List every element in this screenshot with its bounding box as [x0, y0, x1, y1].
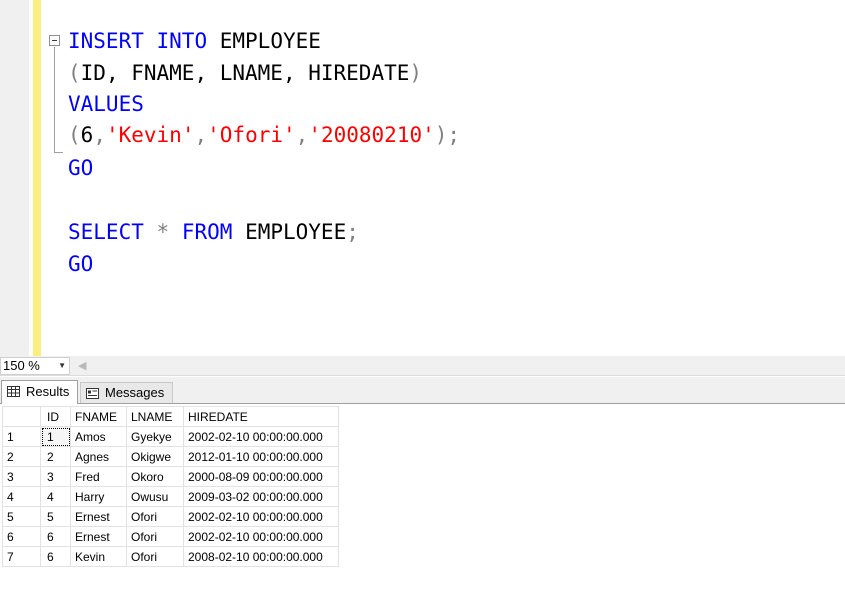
- change-tracking-bar: [33, 0, 41, 356]
- table-cell-hiredate[interactable]: 2002-02-10 00:00:00.000: [183, 506, 339, 527]
- header-cell-hiredate[interactable]: HIREDATE: [183, 406, 339, 427]
- table-row[interactable]: 7 6 Kevin Ofori 2008-02-10 00:00:00.000: [2, 546, 339, 567]
- results-table[interactable]: ID FNAME LNAME HIREDATE 1 1 Amos Gyekye …: [2, 406, 339, 567]
- table-cell-lname[interactable]: Owusu: [126, 486, 184, 507]
- number-literal: 6: [80, 123, 94, 147]
- table-row[interactable]: 3 3 Fred Okoro 2000-08-09 00:00:00.000: [2, 466, 339, 487]
- tab-results[interactable]: Results: [1, 380, 78, 404]
- zoom-dropdown[interactable]: 150 % ▼: [0, 357, 70, 375]
- table-cell-fname[interactable]: Agnes: [70, 446, 127, 467]
- table-cell-id[interactable]: 6: [40, 526, 71, 547]
- tab-messages-label: Messages: [105, 385, 165, 400]
- table-cell-fname[interactable]: Ernest: [70, 506, 127, 527]
- code-line-2[interactable]: (ID, FNAME, LNAME, HIREDATE): [68, 57, 422, 89]
- header-cell-rownum[interactable]: [2, 406, 41, 427]
- table-row[interactable]: 2 2 Agnes Okigwe 2012-01-10 00:00:00.000: [2, 446, 339, 467]
- header-cell-lname[interactable]: LNAME: [126, 406, 184, 427]
- table-cell-fname[interactable]: Harry: [70, 486, 127, 507]
- table-cell-lname[interactable]: Okigwe: [126, 446, 184, 467]
- table-cell-lname[interactable]: Ofori: [126, 506, 184, 527]
- comma: ,: [194, 123, 208, 147]
- code-line-7[interactable]: SELECT * FROM EMPLOYEE;: [68, 216, 359, 248]
- table-cell-fname[interactable]: Amos: [70, 426, 127, 447]
- header-cell-id[interactable]: ID: [40, 406, 71, 427]
- row-number-cell[interactable]: 7: [2, 546, 41, 567]
- row-number-cell[interactable]: 4: [2, 486, 41, 507]
- editor-gutter: [0, 0, 29, 356]
- results-tabstrip: Results Messages: [0, 377, 845, 404]
- table-cell-id[interactable]: 4: [40, 486, 71, 507]
- keyword: INTO: [156, 29, 208, 53]
- identifier: EMPLOYEE: [245, 220, 347, 244]
- string-literal: '20080210': [308, 123, 435, 147]
- fold-guide-line: [54, 47, 55, 152]
- table-cell-fname[interactable]: Kevin: [70, 546, 127, 567]
- table-row[interactable]: 5 5 Ernest Ofori 2002-02-10 00:00:00.000: [2, 506, 339, 527]
- string-literal: 'Ofori': [207, 123, 296, 147]
- table-cell-id[interactable]: 5: [40, 506, 71, 527]
- table-cell-hiredate[interactable]: 2000-08-09 00:00:00.000: [183, 466, 339, 487]
- paren: (: [68, 61, 81, 85]
- comma: ,: [295, 123, 309, 147]
- row-number-cell[interactable]: 2: [2, 446, 41, 467]
- table-row[interactable]: 6 6 Ernest Ofori 2002-02-10 00:00:00.000: [2, 526, 339, 547]
- keyword: INSERT: [68, 29, 144, 53]
- messages-icon: [86, 388, 99, 399]
- tab-results-label: Results: [26, 384, 70, 399]
- table-cell-lname[interactable]: Gyekye: [126, 426, 184, 447]
- header-row: ID FNAME LNAME HIREDATE: [2, 406, 339, 427]
- zoom-value: 150 %: [3, 358, 40, 373]
- code-line-8[interactable]: GO: [68, 248, 93, 280]
- collapse-icon[interactable]: [49, 35, 60, 46]
- table-cell-lname[interactable]: Okoro: [126, 466, 184, 487]
- table-cell-hiredate[interactable]: 2002-02-10 00:00:00.000: [183, 526, 339, 547]
- keyword: GO: [68, 156, 94, 180]
- results-grid[interactable]: ID FNAME LNAME HIREDATE 1 1 Amos Gyekye …: [0, 404, 845, 590]
- table-cell-hiredate[interactable]: 2012-01-10 00:00:00.000: [183, 446, 339, 467]
- table-cell-fname[interactable]: Ernest: [70, 526, 127, 547]
- table-cell-hiredate[interactable]: 2008-02-10 00:00:00.000: [183, 546, 339, 567]
- query-editor[interactable]: INSERT INTO EMPLOYEE (ID, FNAME, LNAME, …: [0, 0, 845, 356]
- semicolon: ;: [346, 220, 359, 244]
- table-row[interactable]: 4 4 Harry Owusu 2009-03-02 00:00:00.000: [2, 486, 339, 507]
- paren: ): [409, 61, 423, 85]
- keyword: FROM: [181, 220, 233, 244]
- identifier: EMPLOYEE: [219, 29, 321, 53]
- table-cell-id[interactable]: 3: [40, 466, 71, 487]
- table-cell-hiredate[interactable]: 2002-02-10 00:00:00.000: [183, 426, 339, 447]
- scroll-left-icon[interactable]: ◀: [78, 359, 86, 373]
- code-line-5[interactable]: GO: [68, 152, 93, 184]
- code-line-1[interactable]: INSERT INTO EMPLOYEE: [68, 25, 321, 57]
- keyword: VALUES: [68, 92, 144, 116]
- table-cell-id[interactable]: 2: [40, 446, 71, 467]
- table-cell-id[interactable]: 1: [40, 426, 71, 447]
- table-cell-fname[interactable]: Fred: [70, 466, 127, 487]
- table-row[interactable]: 1 1 Amos Gyekye 2002-02-10 00:00:00.000: [2, 426, 339, 447]
- row-number-cell[interactable]: 1: [2, 426, 41, 447]
- header-cell-fname[interactable]: FNAME: [70, 406, 127, 427]
- fold-guide-end: [54, 152, 63, 153]
- row-number-cell[interactable]: 6: [2, 526, 41, 547]
- column-list: ID, FNAME, LNAME, HIREDATE: [80, 61, 410, 85]
- tab-messages[interactable]: Messages: [80, 382, 173, 403]
- chevron-down-icon[interactable]: ▼: [58, 358, 66, 374]
- table-cell-hiredate[interactable]: 2009-03-02 00:00:00.000: [183, 486, 339, 507]
- table-cell-id[interactable]: 6: [40, 546, 71, 567]
- operator: *: [156, 220, 170, 244]
- keyword: SELECT: [68, 220, 144, 244]
- grid-icon: [7, 386, 20, 397]
- paren: (: [68, 123, 81, 147]
- table-cell-lname[interactable]: Ofori: [126, 546, 184, 567]
- zoom-bar: 150 % ▼ ◀: [0, 356, 845, 376]
- table-cell-lname[interactable]: Ofori: [126, 526, 184, 547]
- row-number-cell[interactable]: 3: [2, 466, 41, 487]
- keyword: GO: [68, 252, 94, 276]
- comma: ,: [93, 123, 106, 147]
- paren-semicolon: );: [434, 123, 461, 147]
- string-literal: 'Kevin': [105, 123, 195, 147]
- code-line-4[interactable]: (6,'Kevin','Ofori','20080210');: [68, 119, 460, 151]
- code-line-3[interactable]: VALUES: [68, 88, 144, 120]
- row-number-cell[interactable]: 5: [2, 506, 41, 527]
